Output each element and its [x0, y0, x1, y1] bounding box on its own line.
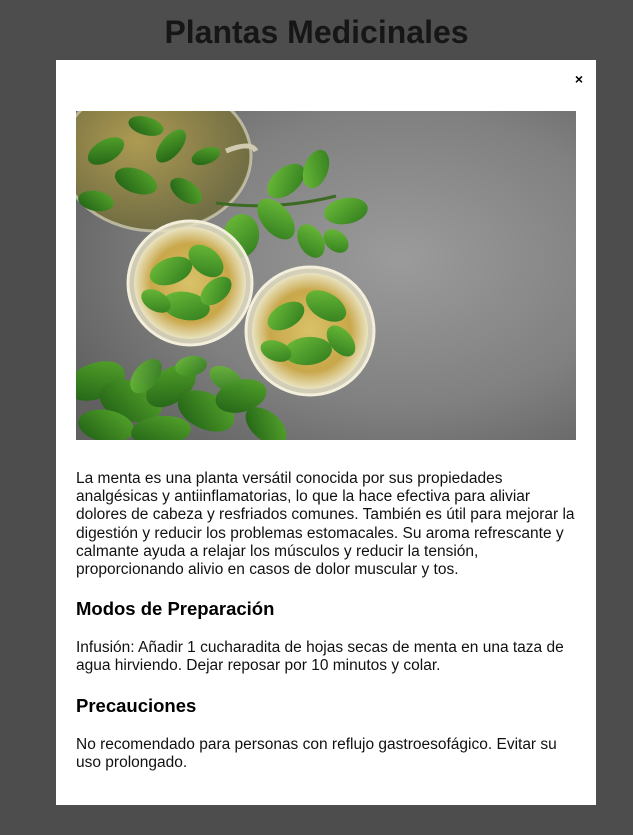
plant-detail-modal: × La menta es una planta versátil conoci… — [56, 60, 596, 805]
preparation-heading: Modos de Preparación — [76, 598, 275, 620]
preparation-text: Infusión: Añadir 1 cucharadita de hojas … — [76, 639, 564, 675]
close-button[interactable]: × — [569, 69, 589, 89]
plant-content: La menta es una planta versátil conocida… — [76, 470, 581, 772]
precautions-text: No recomendado para personas con reflujo… — [76, 735, 557, 771]
close-icon: × — [574, 71, 584, 87]
page-title: Plantas Medicinales — [164, 14, 469, 50]
plant-image — [76, 111, 576, 440]
precautions-heading: Precauciones — [76, 694, 197, 716]
plant-description: La menta es una planta versátil conocida… — [76, 470, 575, 579]
